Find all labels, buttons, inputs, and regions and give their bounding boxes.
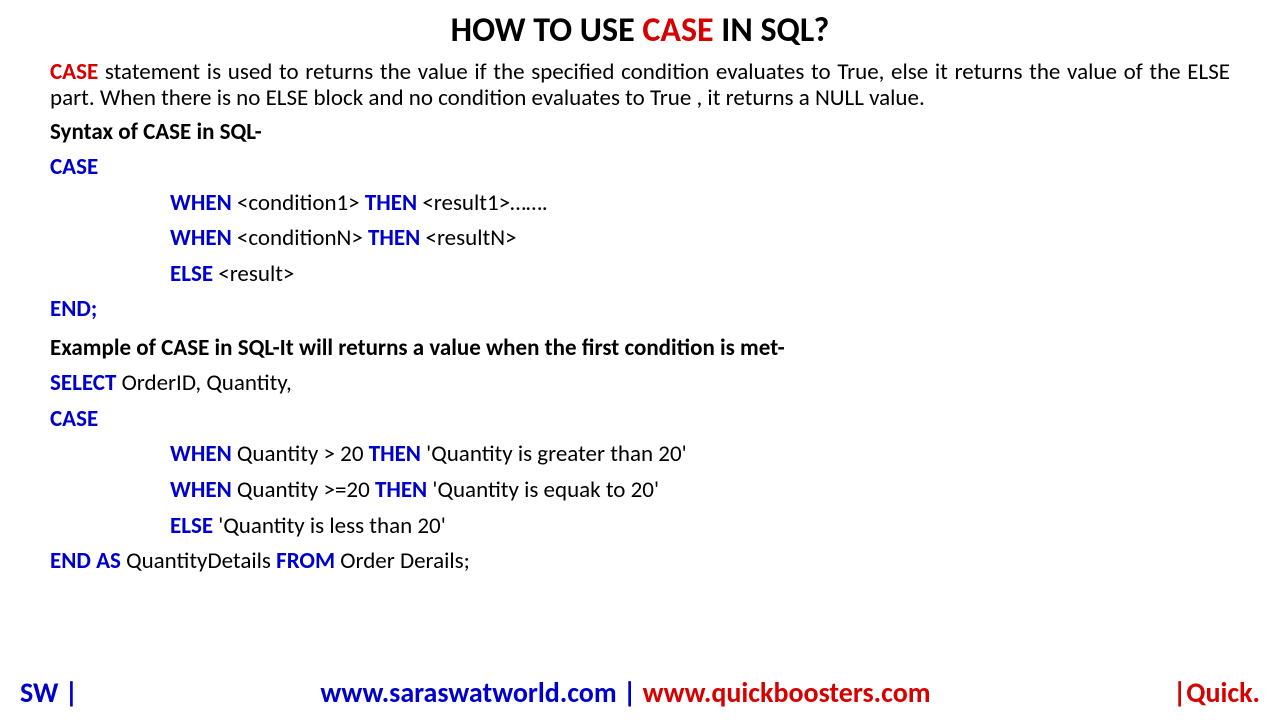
footer-url1: www.saraswatworld.com	[320, 675, 616, 710]
syntax-heading: Syntax of CASE in SQL-	[50, 118, 1230, 146]
desc-text: statement is used to returns the value i…	[50, 58, 1230, 112]
syntax-when2: WHEN <conditionN> THEN <resultN>	[50, 221, 1230, 257]
example-end: END AS QuantityDetails FROM Order Derail…	[50, 544, 1230, 580]
syntax-else: ELSE <result>	[50, 257, 1230, 293]
footer-left: SW |	[20, 675, 78, 710]
desc-keyword: CASE	[50, 58, 98, 86]
syntax-end: END;	[50, 292, 1230, 328]
description-paragraph: CASE statement is used to returns the va…	[50, 59, 1230, 112]
syntax-when1: WHEN <condition1> THEN <result1>…….	[50, 186, 1230, 222]
footer-separator: |	[617, 675, 643, 710]
footer-url2: www.quickboosters.com	[643, 675, 931, 710]
example-else: ELSE 'Quantity is less than 20'	[50, 509, 1230, 545]
title-post: IN SQL?	[714, 10, 830, 51]
example-when1: WHEN Quantity > 20 THEN 'Quantity is gre…	[50, 437, 1230, 473]
example-case: CASE	[50, 402, 1230, 438]
title-keyword: CASE	[642, 10, 713, 51]
footer-right: |Quick.	[1173, 675, 1260, 710]
syntax-case: CASE	[50, 150, 1230, 186]
title-pre: HOW TO USE	[451, 10, 643, 51]
footer-center: www.saraswatworld.com | www.quickbooster…	[320, 675, 930, 710]
page-title: HOW TO USE CASE IN SQL?	[50, 10, 1230, 51]
footer: SW | www.saraswatworld.com | www.quickbo…	[0, 675, 1280, 710]
example-when2: WHEN Quantity >=20 THEN 'Quantity is equ…	[50, 473, 1230, 509]
example-heading: Example of CASE in SQL-It will returns a…	[50, 334, 1230, 362]
example-select: SELECT OrderID, Quantity,	[50, 366, 1230, 402]
